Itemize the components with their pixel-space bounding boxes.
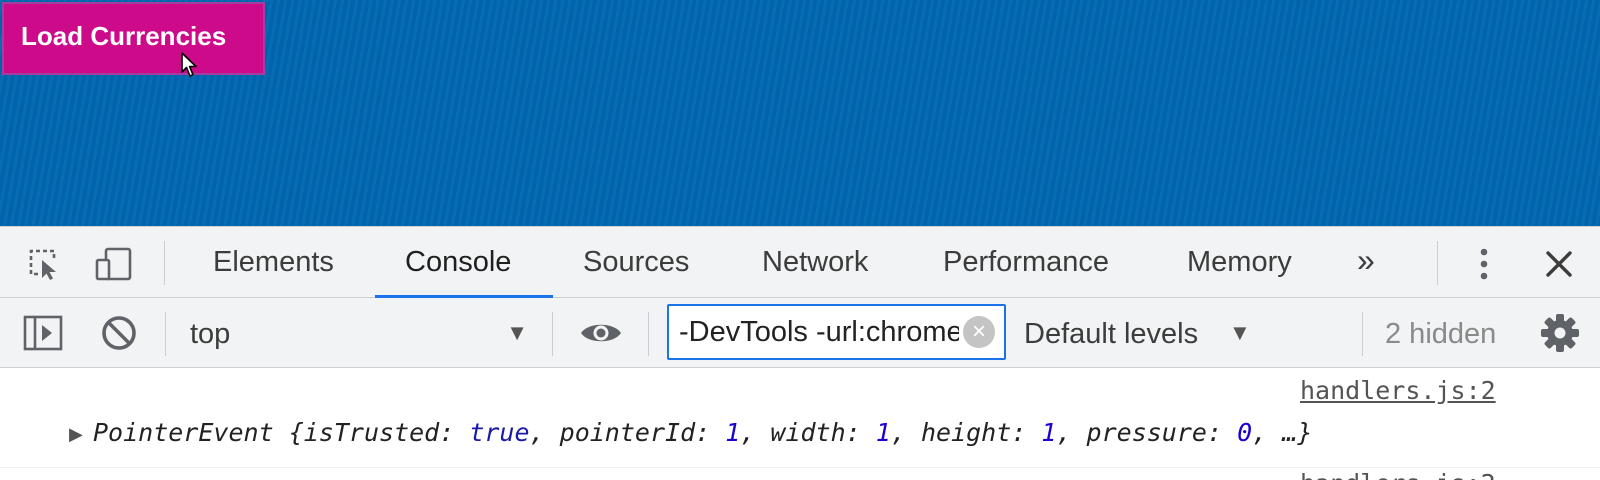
clear-console-icon[interactable] bbox=[100, 314, 138, 352]
console-output: handlers.js:2 ▶ PointerEvent {isTrusted:… bbox=[0, 368, 1600, 480]
sidebar-toggle-icon[interactable] bbox=[23, 315, 63, 351]
dropdown-arrow-icon: ▼ bbox=[1229, 320, 1251, 345]
prop-value: 1 bbox=[1041, 418, 1057, 447]
tab-network[interactable]: Network bbox=[762, 227, 868, 299]
tab-elements[interactable]: Elements bbox=[213, 227, 334, 299]
toolbar-divider bbox=[648, 312, 649, 356]
message-divider bbox=[0, 467, 1600, 468]
prop-value: true bbox=[469, 418, 530, 447]
tab-performance[interactable]: Performance bbox=[943, 227, 1109, 299]
device-toolbar-icon[interactable] bbox=[94, 247, 136, 281]
dropdown-arrow-icon: ▼ bbox=[506, 320, 528, 345]
object-type: PointerEvent bbox=[93, 418, 274, 447]
prop-value: 0 bbox=[1237, 418, 1253, 447]
console-toolbar: top ▼ × Default levels ▼ 2 hidden bbox=[0, 298, 1600, 368]
tab-console[interactable]: Console bbox=[405, 227, 511, 299]
tab-sources[interactable]: Sources bbox=[583, 227, 689, 299]
hidden-messages-count: 2 hidden bbox=[1385, 318, 1497, 350]
toolbar-divider bbox=[552, 312, 553, 356]
ellipsis: … bbox=[1282, 418, 1298, 447]
gear-icon[interactable] bbox=[1540, 313, 1580, 353]
prop-key: width bbox=[770, 418, 846, 447]
web-page: Load Currencies bbox=[0, 0, 1600, 226]
toolbar-divider bbox=[1362, 312, 1363, 356]
devtools-tab-bar: Elements Console Sources Network Perform… bbox=[0, 226, 1600, 298]
tab-memory[interactable]: Memory bbox=[1187, 227, 1292, 299]
mouse-pointer-icon bbox=[181, 52, 197, 77]
toolbar-divider bbox=[1437, 241, 1438, 285]
filter-input[interactable] bbox=[679, 312, 959, 352]
more-tabs-icon[interactable]: » bbox=[1357, 242, 1375, 279]
prop-key: height bbox=[920, 418, 1012, 447]
toolbar-divider bbox=[165, 312, 166, 356]
devtools-panel: Elements Console Sources Network Perform… bbox=[0, 226, 1600, 480]
prop-key: pressure bbox=[1086, 418, 1207, 447]
source-link[interactable]: handlers.js:2 bbox=[1300, 469, 1496, 480]
eye-icon[interactable] bbox=[579, 319, 623, 347]
inspect-element-icon[interactable] bbox=[27, 247, 63, 281]
log-levels-label: Default levels bbox=[1024, 318, 1199, 350]
brace-open: { bbox=[288, 418, 304, 447]
context-label: top bbox=[190, 318, 231, 350]
context-selector[interactable]: top ▼ bbox=[170, 306, 548, 360]
prop-key: pointerId bbox=[559, 418, 696, 447]
brace-close: } bbox=[1297, 418, 1313, 447]
clear-filter-icon[interactable]: × bbox=[963, 316, 995, 348]
kebab-menu-icon[interactable] bbox=[1476, 247, 1492, 281]
source-link[interactable]: handlers.js:2 bbox=[1300, 376, 1496, 405]
expand-arrow-icon[interactable]: ▶ bbox=[69, 424, 83, 445]
load-currencies-button[interactable]: Load Currencies bbox=[2, 2, 265, 75]
close-icon[interactable] bbox=[1545, 250, 1573, 278]
prop-value: 1 bbox=[875, 418, 891, 447]
toolbar-divider bbox=[164, 241, 165, 285]
log-message[interactable]: PointerEvent {isTrusted: true, pointerId… bbox=[93, 418, 1312, 447]
filter-box: × bbox=[667, 304, 1006, 360]
prop-value: 1 bbox=[725, 418, 741, 447]
prop-key: isTrusted bbox=[303, 418, 440, 447]
